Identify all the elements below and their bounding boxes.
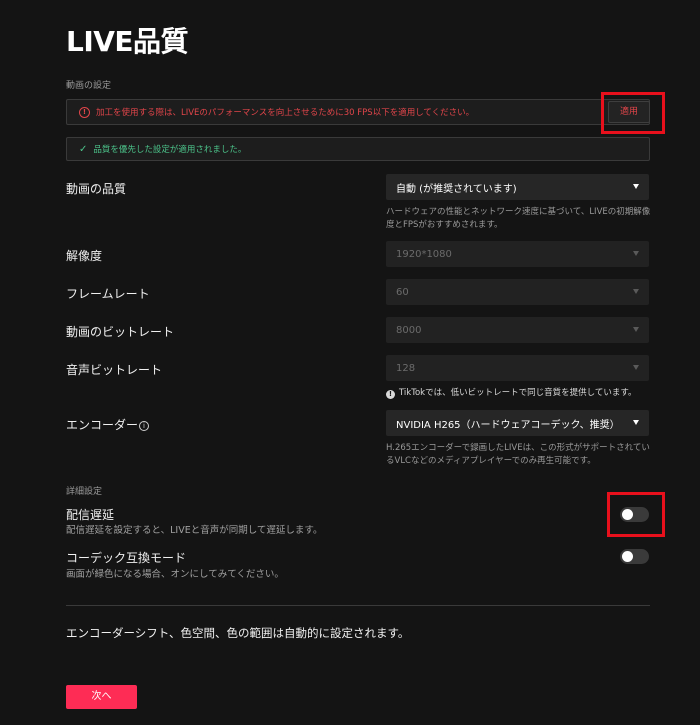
encoder-label-text: エンコーダー <box>66 418 139 432</box>
audio-bitrate-select: 128 <box>386 355 649 381</box>
advanced-section-label: 詳細設定 <box>66 487 103 497</box>
chevron-down-icon <box>633 420 639 425</box>
codec-compat-toggle[interactable] <box>620 549 649 564</box>
encoder-value: NVIDIA H265（ハードウェアコーデック、推奨） <box>396 419 620 431</box>
codec-compat-description: 画面が緑色になる場合、オンにしてみてください。 <box>66 569 284 580</box>
next-button[interactable]: 次へ <box>66 685 137 709</box>
fps-warning-banner: ! 加工を使用する際は、LIVEのパフォーマンスを向上させるために30 FPS以… <box>66 99 650 125</box>
stream-delay-toggle[interactable] <box>620 507 649 522</box>
footer-note: エンコーダーシフト、色空間、色の範囲は自動的に設定されます。 <box>66 626 410 640</box>
resolution-value: 1920*1080 <box>396 248 452 260</box>
success-text: 品質を優先した設定が適用されました。 <box>93 145 247 155</box>
resolution-select: 1920*1080 <box>386 241 649 267</box>
stream-delay-label: 配信遅延 <box>66 508 115 522</box>
encoder-select[interactable]: NVIDIA H265（ハードウェアコーデック、推奨） <box>386 410 649 436</box>
encoder-hint: H.265エンコーダーで録画したLIVEは、この形式がサポートされているVLCな… <box>386 443 650 466</box>
info-icon[interactable]: i <box>139 421 150 431</box>
frame-rate-select: 60 <box>386 279 649 305</box>
frame-rate-label: フレームレート <box>66 287 150 301</box>
video-settings-section-label: 動画の設定 <box>66 81 112 91</box>
video-bitrate-value: 8000 <box>396 324 422 336</box>
chevron-down-icon <box>633 289 639 294</box>
chevron-down-icon <box>633 184 639 189</box>
encoder-label: エンコーダー i <box>66 416 150 433</box>
audio-bitrate-label: 音声ビットレート <box>66 363 163 377</box>
audio-bitrate-hint-text: TikTokでは、低いビットレートで同じ音質を提供しています。 <box>399 388 637 398</box>
chevron-down-icon <box>633 327 639 332</box>
page-title: LIVE品質 <box>66 25 189 58</box>
info-icon: ! <box>386 390 395 399</box>
codec-compat-label: コーデック互換モード <box>66 551 187 565</box>
toggle-knob <box>622 509 633 520</box>
warning-text: 加工を使用する際は、LIVEのパフォーマンスを向上させるために30 FPS以下を… <box>96 108 475 118</box>
video-quality-select[interactable]: 自動 (が推奨されています) <box>386 174 649 200</box>
frame-rate-value: 60 <box>396 286 409 298</box>
apply-button[interactable]: 適用 <box>608 101 650 123</box>
video-bitrate-select: 8000 <box>386 317 649 343</box>
stream-delay-description: 配信遅延を設定すると、LIVEと音声が同期して遅延します。 <box>66 525 323 536</box>
check-icon: ✓ <box>79 143 88 155</box>
audio-bitrate-hint: ! TikTokでは、低いビットレートで同じ音質を提供しています。 <box>386 387 652 400</box>
warning-icon: ! <box>79 106 90 118</box>
video-quality-label: 動画の品質 <box>66 182 127 196</box>
divider <box>66 605 650 606</box>
toggle-knob <box>622 551 633 562</box>
video-quality-hint: ハードウェアの性能とネットワーク速度に基づいて、LIVEの初期解像度とFPSがお… <box>386 207 651 230</box>
success-banner: ✓ 品質を優先した設定が適用されました。 <box>66 137 650 161</box>
chevron-down-icon <box>633 365 639 370</box>
video-bitrate-label: 動画のビットレート <box>66 325 175 339</box>
audio-bitrate-value: 128 <box>396 362 416 374</box>
chevron-down-icon <box>633 251 639 256</box>
resolution-label: 解像度 <box>66 249 103 263</box>
video-quality-value: 自動 (が推奨されています) <box>396 183 517 195</box>
